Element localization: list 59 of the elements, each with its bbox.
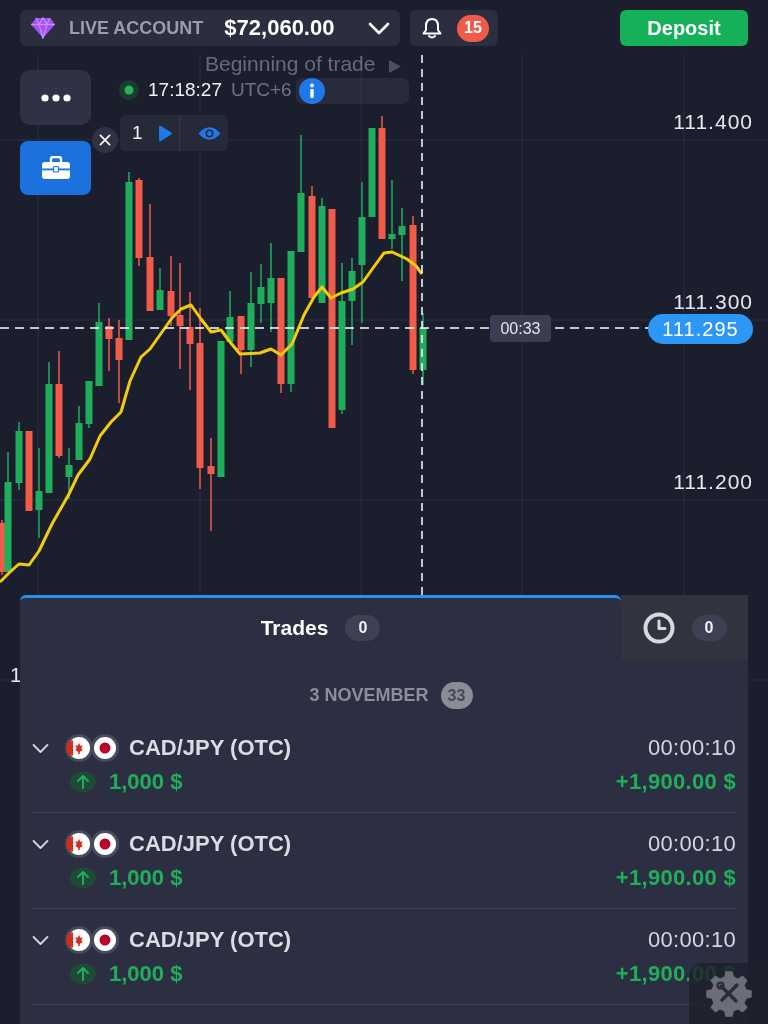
diamond-icon [30, 17, 56, 39]
info-icon[interactable] [299, 78, 325, 104]
history-tab[interactable]: 0 [621, 595, 748, 660]
asset-name: CAD/JPY (OTC) [129, 927, 292, 953]
candle [388, 179, 396, 250]
trade-duration: 00:00:10 [647, 735, 736, 761]
portfolio-button[interactable] [20, 141, 91, 195]
trade-amount: 1,000 $ [109, 961, 183, 987]
candle [237, 315, 245, 375]
candle [75, 405, 83, 461]
clock-icon [642, 611, 675, 644]
date-heading: 3 NOVEMBER [309, 685, 429, 706]
expand-chevron-button[interactable] [32, 934, 49, 946]
asset-name: CAD/JPY (OTC) [129, 831, 292, 857]
close-button[interactable] [92, 127, 118, 153]
close-icon [99, 134, 111, 146]
countdown-timer: 00:33 [490, 315, 551, 342]
eye-icon[interactable] [197, 125, 221, 141]
candle [15, 421, 23, 491]
clock-time: 17:18:27 [148, 79, 222, 101]
tab-count-badge: 0 [691, 614, 727, 641]
trade-duration: 00:00:10 [647, 831, 736, 857]
candle [257, 263, 265, 324]
tab-count-badge: 0 [345, 614, 381, 641]
currency-pair-flags-icon [65, 734, 119, 762]
timezone-label: UTC+6 [230, 79, 292, 101]
trade-amount: 1,000 $ [109, 769, 183, 795]
play-icon[interactable] [157, 124, 172, 142]
more-button[interactable] [20, 70, 91, 125]
currency-pair-flags-icon [65, 926, 119, 954]
price-axis-label: 111.400 [673, 110, 753, 134]
expand-chevron-button[interactable] [32, 838, 49, 850]
briefcase-icon [40, 156, 71, 180]
more-icon [40, 93, 71, 102]
account-balance: $72,060.00 [224, 15, 335, 41]
account-type-label: LIVE ACCOUNT [69, 17, 204, 39]
notification-count: 15 [457, 14, 489, 42]
trade-duration: 00:00:10 [647, 927, 736, 953]
candle [85, 380, 93, 429]
trade-amount: 1,000 $ [109, 865, 183, 891]
account-selector[interactable]: LIVE ACCOUNT $72,060.00 [20, 10, 400, 46]
candle [65, 447, 73, 500]
price-axis-label: 111.200 [673, 470, 753, 494]
price-axis-label: 111.300 [673, 290, 753, 314]
trade-count: 1 [132, 122, 143, 144]
candle [105, 317, 113, 372]
expand-chevron-button[interactable] [32, 742, 49, 754]
trades-tab[interactable]: Trades 0 [20, 595, 621, 660]
asset-name: CAD/JPY (OTC) [129, 735, 292, 761]
bell-icon [422, 17, 442, 39]
date-count-badge: 33 [440, 682, 473, 709]
trade-profit: +1,900.00 $ [615, 865, 736, 891]
trade-hint-text: Beginning of trade [205, 53, 376, 75]
currency-pair-flags-icon [65, 830, 119, 858]
axis-label: 1 [10, 663, 22, 687]
chevron-down-icon [368, 21, 390, 35]
current-price-tag: 111.295 [648, 314, 753, 344]
candle [156, 267, 164, 311]
trade-profit: +1,900.00 $ [615, 769, 736, 795]
